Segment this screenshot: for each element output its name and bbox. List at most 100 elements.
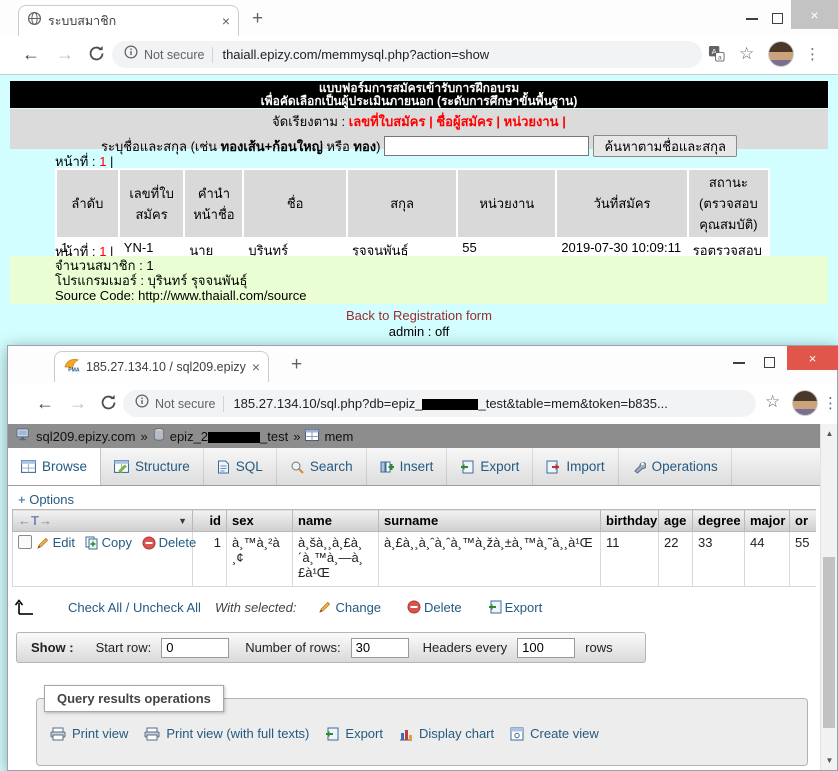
tab-operations[interactable]: Operations [619,448,732,485]
forward-button[interactable]: → [69,393,87,414]
profile-avatar[interactable] [792,390,818,416]
export-selected-link[interactable]: Export [505,600,543,615]
new-tab-button[interactable]: + [252,8,263,30]
copy-link[interactable]: Copy [102,535,132,550]
tab-close-icon[interactable]: × [222,14,230,28]
address-bar[interactable]: Not secure thaiall.epizy.com/memmysql.ph… [112,41,702,68]
print-view-link[interactable]: Print view [72,726,128,741]
col-birthday[interactable]: birthday [601,510,659,532]
sort-label: จัดเรียงตาม : [272,114,345,129]
col-surname[interactable]: surname [379,510,601,532]
tab-export[interactable]: Export [447,448,533,485]
insert-icon [380,460,394,474]
with-selected-label: With selected: [215,600,297,615]
minimize-button[interactable] [733,362,745,364]
new-tab-button[interactable]: + [291,354,302,376]
search-button[interactable]: ค้นหาตามชื่อและสกุล [593,135,737,157]
scroll-up-icon[interactable]: ▲ [821,429,838,438]
search-input[interactable] [384,136,589,156]
sort-link-name[interactable]: ชื่อผู้สมัคร [436,114,492,129]
menu-icon[interactable]: ⋮ [805,45,820,63]
start-row-input[interactable] [161,638,229,658]
tab-search[interactable]: Search [277,448,367,485]
back-button[interactable]: ← [36,393,54,414]
actions-header[interactable]: ←T→ ▼ [13,510,193,532]
back-button[interactable]: ← [22,44,40,65]
display-chart-link[interactable]: Display chart [419,726,494,741]
maximize-button[interactable] [764,357,775,368]
menu-icon[interactable]: ⋮ [823,394,838,412]
forward-button[interactable]: → [56,44,74,65]
info-icon[interactable] [135,394,149,413]
row-checkbox[interactable] [18,535,32,549]
delete-icon [142,536,156,550]
address-bar[interactable]: Not secure 185.27.134.10/sql.php?db=epiz… [123,390,756,417]
col-header: ชื่อ [244,170,346,237]
print-view-full-link[interactable]: Print view (with full texts) [166,726,309,741]
tab-browse[interactable]: Browse [8,448,101,485]
col-age[interactable]: age [659,510,693,532]
print-icon [144,727,160,741]
col-header: วันที่สมัคร [557,170,686,237]
scrollbar-thumb[interactable] [823,557,835,728]
col-name[interactable]: name [293,510,379,532]
change-link[interactable]: Change [335,600,381,615]
edit-link[interactable]: Edit [53,535,75,550]
transpose-icon[interactable]: ←T→ [18,513,52,528]
close-window-button[interactable]: × [787,346,838,370]
print-icon [50,727,66,741]
row-actions: Edit Copy Delete [13,532,193,587]
maximize-button[interactable] [772,13,783,24]
col-major[interactable]: major [745,510,790,532]
breadcrumb-database-link[interactable]: epiz_2_test [170,429,289,444]
pma-tab-bar: Browse Structure SQL Search Insert Expor… [8,448,820,486]
col-header: เลขที่ใบสมัคร [120,170,184,237]
options-dropdown-icon[interactable]: ▼ [178,516,187,526]
tab-insert[interactable]: Insert [367,448,448,485]
close-window-button[interactable]: × [791,0,838,29]
delete-link[interactable]: Delete [159,535,197,550]
scroll-down-icon[interactable]: ▼ [821,756,838,765]
col-degree[interactable]: degree [693,510,745,532]
show-label: Show : [31,640,74,655]
col-header: คำนำหน้าชื่อ [185,170,242,237]
tab-structure[interactable]: Structure [101,448,204,485]
breadcrumb-table-link[interactable]: mem [324,429,353,444]
sort-link-receipt[interactable]: เลขที่ใบสมัคร [349,114,426,129]
create-view-link[interactable]: Create view [530,726,599,741]
num-rows-input[interactable] [351,638,409,658]
bookmark-star-icon[interactable]: ☆ [739,44,754,64]
bookmark-star-icon[interactable]: ☆ [765,392,780,412]
url-text: 185.27.134.10/sql.php?db=epiz__test&tabl… [233,396,667,411]
col-id[interactable]: id [193,510,227,532]
tab-thaiall[interactable]: ระบบสมาชิก × [18,5,239,36]
headers-every-input[interactable] [517,638,575,658]
export-results-link[interactable]: Export [345,726,383,741]
page-number-link[interactable]: 1 [99,154,106,169]
tab-sql[interactable]: SQL [204,448,277,485]
back-to-registration-link[interactable]: Back to Registration form [0,308,838,323]
export-icon [460,460,474,474]
tab-phpmyadmin[interactable]: PMA 185.27.134.10 / sql209.epizy.com × [54,351,269,382]
create-view-icon [510,727,524,741]
sort-link-org[interactable]: หน่วยงาน [504,114,559,129]
breadcrumb-separator: » [140,429,147,444]
tab-close-icon[interactable]: × [252,360,260,374]
table-header-row: ลำดับ เลขที่ใบสมัคร คำนำหน้าชื่อ ชื่อ สก… [57,170,768,237]
tab-import[interactable]: Import [533,448,618,485]
reload-button[interactable] [88,45,105,67]
check-all-link[interactable]: Check All / Uncheck All [68,600,201,615]
reload-button[interactable] [100,394,117,416]
options-toggle[interactable]: + Options [18,492,74,507]
col-or[interactable]: or [790,510,817,532]
copy-icon [85,536,99,550]
info-icon[interactable] [124,45,138,64]
col-sex[interactable]: sex [227,510,293,532]
minimize-button[interactable] [746,18,758,20]
vertical-scrollbar[interactable]: ▲ ▼ [820,424,837,770]
redacted-db-name [422,399,478,410]
delete-selected-link[interactable]: Delete [424,600,462,615]
breadcrumb-server-link[interactable]: sql209.epizy.com [36,429,135,444]
translate-icon[interactable]: Aa [708,45,725,67]
profile-avatar[interactable] [768,41,794,67]
